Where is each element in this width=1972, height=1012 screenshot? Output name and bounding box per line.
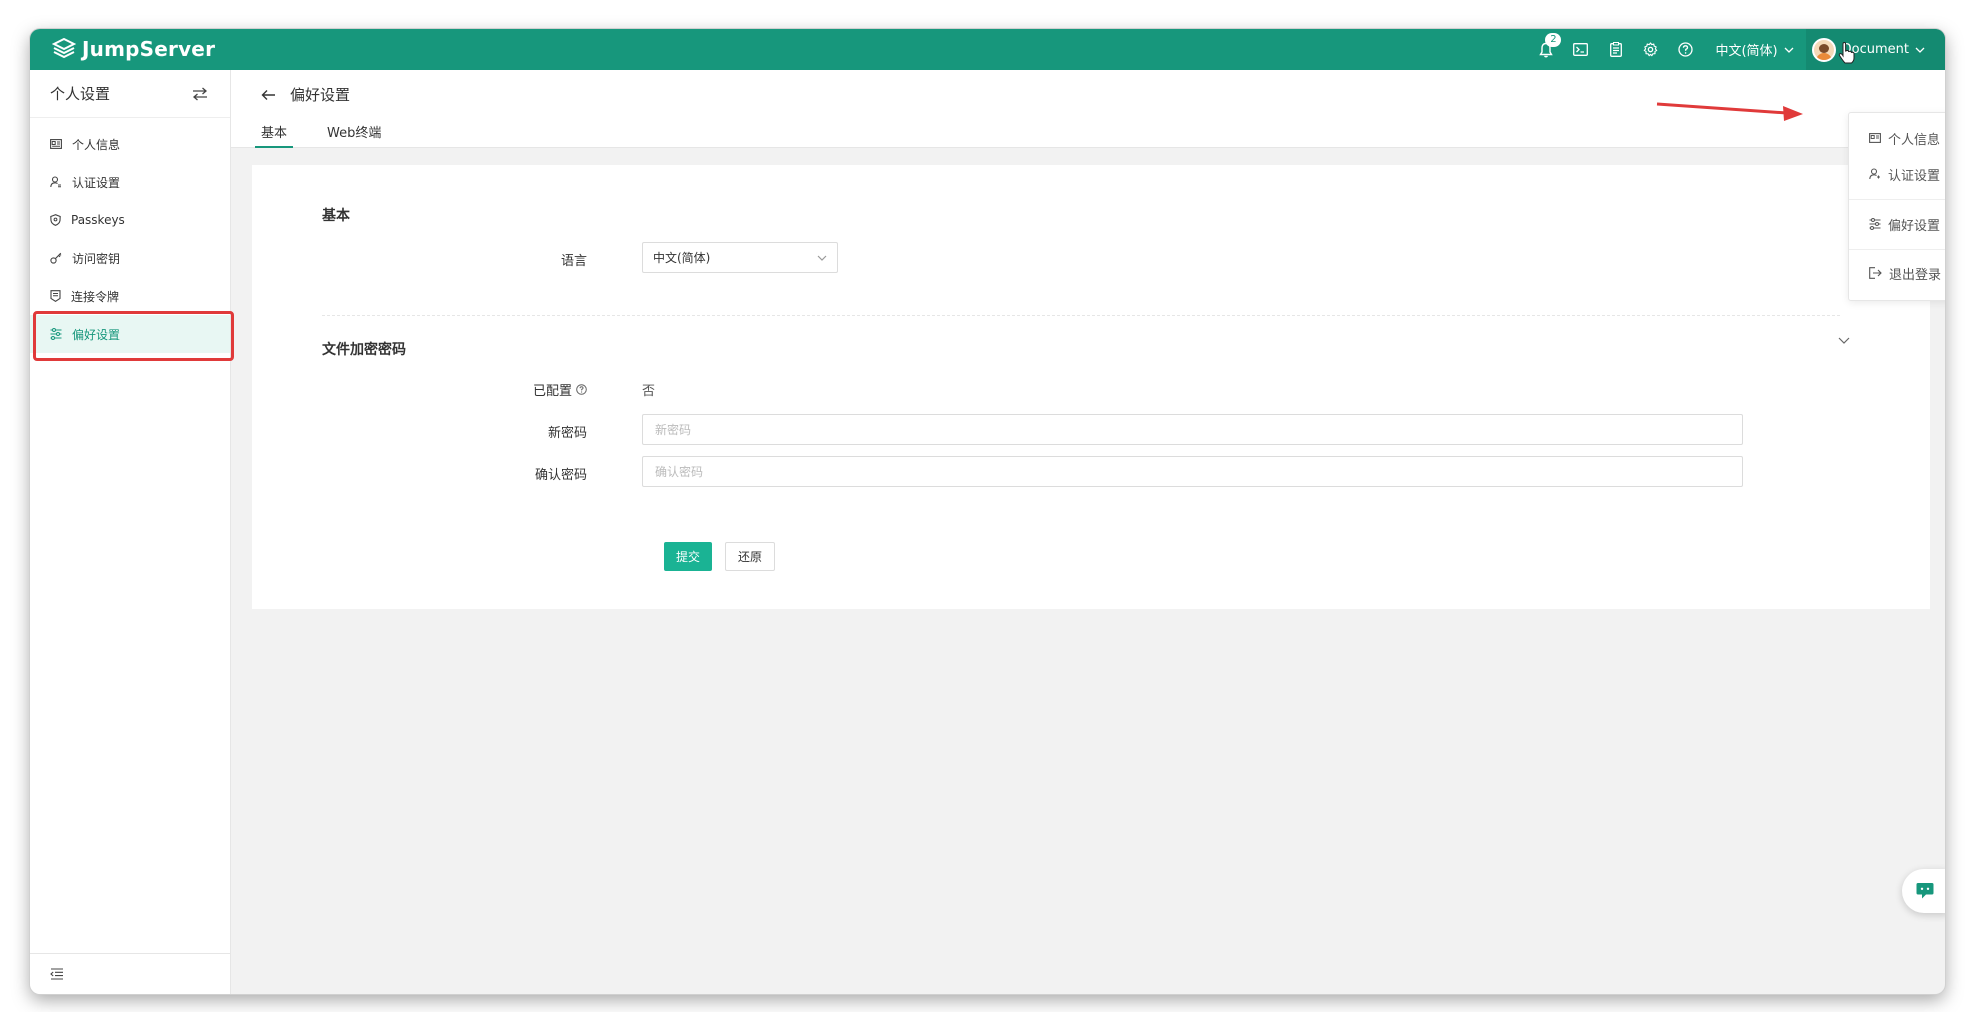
brand-logo[interactable]: JumpServer: [52, 37, 215, 61]
chevron-down-icon: [1915, 47, 1925, 53]
dropdown-item-preferences[interactable]: 偏好设置: [1849, 209, 1945, 239]
top-navbar: JumpServer 2 中文(简体) Document: [30, 29, 1945, 70]
language-select-value: 中文(简体): [653, 251, 711, 265]
sidebar-item-access-keys[interactable]: 访问密钥: [30, 239, 230, 277]
user-dropdown-menu: 个人信息 认证设置 偏好设置 退出登录: [1848, 112, 1945, 301]
user-shield-icon: [50, 176, 61, 188]
logout-icon: [1869, 267, 1882, 279]
sidebar-footer: [30, 953, 230, 994]
switch-view-icon[interactable]: [192, 87, 208, 101]
key-icon: [50, 252, 62, 264]
dropdown-item-label: 偏好设置: [1888, 218, 1941, 234]
section-title-file-encryption: 文件加密密码: [322, 342, 406, 358]
sidebar-item-passkeys[interactable]: Passkeys: [30, 201, 230, 239]
id-card-icon: [1869, 133, 1881, 143]
settings-button[interactable]: [1633, 29, 1668, 70]
confirm-password-input[interactable]: [642, 456, 1743, 487]
avatar: [1811, 37, 1836, 62]
notification-button[interactable]: 2: [1528, 29, 1563, 70]
user-menu-trigger[interactable]: Document: [1805, 29, 1945, 70]
language-select[interactable]: 中文(简体): [642, 242, 838, 273]
dropdown-item-label: 个人信息: [1888, 132, 1941, 148]
sidebar-item-label: 连接令牌: [71, 289, 120, 304]
sidebar-item-profile[interactable]: 个人信息: [30, 125, 230, 163]
language-selector[interactable]: 中文(简体): [1703, 29, 1805, 70]
new-password-input[interactable]: [642, 414, 1743, 445]
back-arrow-icon[interactable]: [261, 89, 276, 101]
shield-icon: [50, 214, 61, 226]
dropdown-item-auth-settings[interactable]: 认证设置: [1849, 159, 1945, 189]
question-circle-icon[interactable]: [576, 384, 587, 395]
sidebar-header: 个人设置: [30, 70, 230, 118]
chevron-down-icon: [817, 255, 827, 261]
sidebar-title: 个人设置: [50, 85, 111, 103]
submit-button[interactable]: 提交: [664, 542, 712, 571]
chevron-down-icon: [1784, 47, 1794, 53]
new-password-label: 新密码: [547, 426, 587, 441]
reset-button[interactable]: 还原: [725, 542, 775, 571]
configured-field-label: 已配置: [427, 380, 587, 399]
dropdown-item-logout[interactable]: 退出登录: [1849, 258, 1945, 288]
language-label: 中文(简体): [1715, 44, 1778, 59]
jumpserver-logo-icon: [52, 38, 76, 59]
dropdown-item-profile[interactable]: 个人信息: [1849, 123, 1945, 153]
clipboard-icon: [1610, 42, 1622, 57]
tab-web-terminal[interactable]: Web终端: [327, 122, 381, 148]
dropdown-divider: [1849, 249, 1945, 250]
confirm-password-label: 确认密码: [534, 468, 587, 483]
section-title-basic: 基本: [322, 208, 350, 224]
dropdown-item-label: 退出登录: [1889, 267, 1942, 283]
token-icon: [50, 290, 61, 302]
annotation-arrow-icon: [1656, 102, 1803, 121]
sidebar-item-label: 认证设置: [72, 175, 121, 190]
sidebar-item-label: Passkeys: [71, 213, 125, 227]
gear-icon: [1644, 42, 1658, 57]
dropdown-divider: [1849, 199, 1945, 200]
help-circle-icon: [1678, 42, 1694, 57]
terminal-icon: [1573, 43, 1589, 56]
preferences-form-card: 基本 语言 中文(简体) 文件加密密码 已配置 否 新密码 确认密码 提交 还原: [252, 165, 1930, 609]
app-window: JumpServer 2 中文(简体) Document 个人设置 个人信息 认…: [30, 29, 1945, 994]
configured-label-text: 已配置: [532, 384, 572, 399]
section-divider: [322, 315, 1840, 316]
sliders-icon: [1869, 218, 1881, 230]
chevron-down-icon[interactable]: [1838, 337, 1850, 344]
help-button[interactable]: [1668, 29, 1703, 70]
dropdown-item-label: 认证设置: [1888, 168, 1941, 184]
chat-bubble-icon: [1916, 883, 1934, 899]
id-card-icon: [50, 139, 62, 149]
notification-badge: 2: [1545, 33, 1562, 47]
language-field-label: 语言: [560, 254, 587, 269]
sidebar-item-connection-token[interactable]: 连接令牌: [30, 277, 230, 315]
user-shield-icon: [1869, 168, 1880, 180]
annotation-highlight-box: [33, 311, 234, 361]
tab-basic[interactable]: 基本: [254, 122, 294, 148]
chat-assistant-button[interactable]: [1902, 869, 1945, 913]
collapse-menu-icon[interactable]: [50, 968, 64, 980]
sidebar-item-label: 个人信息: [72, 137, 121, 152]
configured-value: 否: [642, 384, 656, 399]
hand-cursor-icon: [1838, 42, 1855, 64]
sidebar-item-label: 访问密钥: [72, 251, 121, 266]
tab-bar: 基本 Web终端: [254, 122, 381, 148]
brand-name: JumpServer: [82, 37, 216, 61]
sidebar: 个人设置 个人信息 认证设置 Passkeys 访问密钥 连接令牌 偏好设置: [30, 70, 231, 994]
web-terminal-button[interactable]: [1563, 29, 1598, 70]
tickets-button[interactable]: [1598, 29, 1633, 70]
page-title: 偏好设置: [290, 86, 351, 104]
sidebar-item-auth[interactable]: 认证设置: [30, 163, 230, 201]
